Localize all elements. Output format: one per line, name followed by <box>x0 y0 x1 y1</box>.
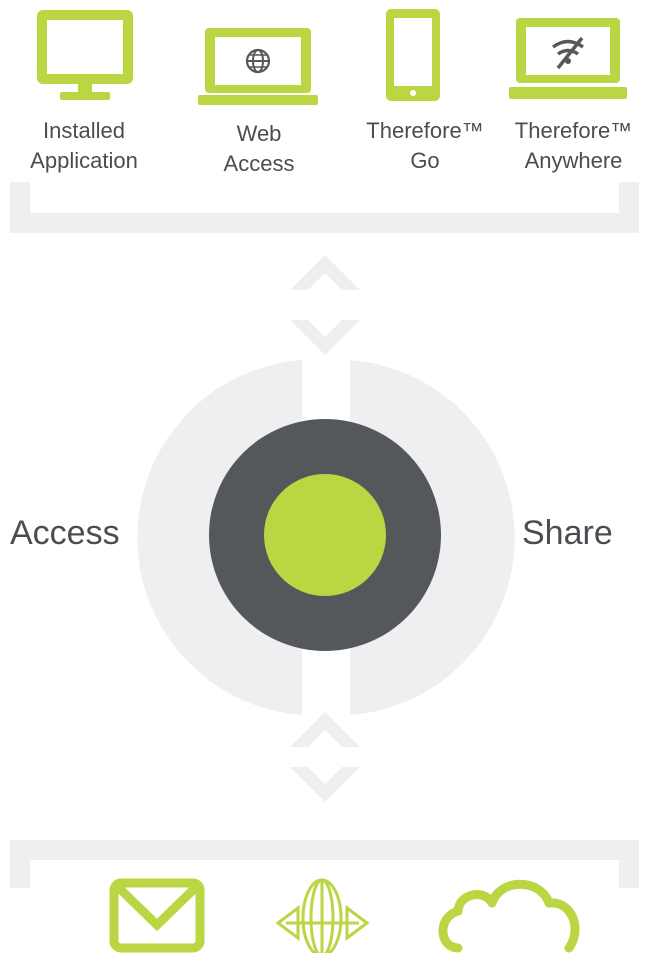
label-line-2: Access <box>223 151 295 176</box>
tablet-icon <box>386 9 440 101</box>
top-bracket <box>10 182 639 233</box>
label-line-1: Web <box>236 121 282 146</box>
laptop-no-wifi-icon <box>509 18 627 99</box>
exchange-globe-icon <box>275 878 370 953</box>
mail-envelope-icon <box>109 878 205 953</box>
label-line-1: Therefore™ <box>514 118 633 143</box>
label-line-1: Installed <box>43 118 125 143</box>
label-line-1: Therefore™ <box>366 118 484 143</box>
desktop-monitor-icon <box>37 10 133 100</box>
label-line-2: Application <box>30 148 138 173</box>
cloud-icon <box>438 879 580 953</box>
inner-core-circle <box>264 474 386 596</box>
bottom-chevron-up <box>290 712 360 747</box>
bottom-chevron-down <box>290 767 360 802</box>
label-therefore-go: Therefore™ Go <box>352 116 498 176</box>
label-line-2: Go <box>410 148 440 173</box>
label-therefore-anywhere: Therefore™ Anywhere <box>501 116 646 176</box>
share-label: Share <box>522 514 613 552</box>
label-installed-application: Installed Application <box>10 116 158 176</box>
label-line-2: Anywhere <box>524 148 623 173</box>
top-chevron-down <box>290 320 360 355</box>
label-web-access: Web Access <box>188 119 330 179</box>
top-chevron-up <box>290 255 360 290</box>
access-label: Access <box>10 514 120 552</box>
laptop-globe-icon <box>198 28 318 105</box>
